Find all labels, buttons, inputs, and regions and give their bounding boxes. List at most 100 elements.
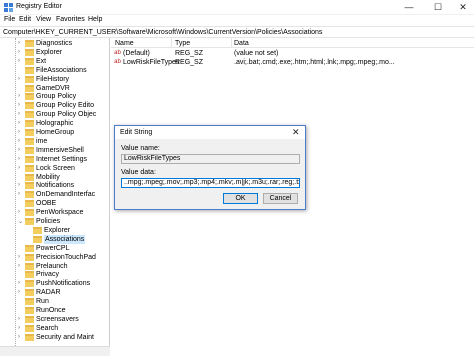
tree-expander-icon[interactable]: › bbox=[18, 254, 20, 260]
tree-expander-icon[interactable]: › bbox=[18, 334, 20, 340]
tree-item[interactable]: › Ext bbox=[0, 57, 109, 66]
column-header-data[interactable]: Data bbox=[234, 40, 249, 47]
tree-expander-icon[interactable]: › bbox=[18, 289, 20, 295]
value-data-input[interactable]: ..mpg;.mpeg;.mov;.mp3;.mp4;.mkv;.m|jk;.m… bbox=[121, 178, 300, 188]
tree-item[interactable]: › PrecisionTouchPad bbox=[0, 253, 109, 262]
tree-item[interactable]: OOBE bbox=[0, 199, 109, 208]
tree-item[interactable]: › Notifications bbox=[0, 181, 109, 190]
tree-expander-icon[interactable]: › bbox=[18, 76, 20, 82]
tree-item[interactable]: Privacy bbox=[0, 270, 109, 279]
folder-icon bbox=[25, 333, 34, 341]
tree-expander-icon[interactable]: › bbox=[18, 147, 20, 153]
tree-item-label: FileHistory bbox=[36, 75, 70, 83]
maximize-button[interactable]: ☐ bbox=[425, 0, 451, 15]
folder-icon bbox=[25, 307, 34, 314]
tree-item-label: Internet Settings bbox=[36, 155, 87, 163]
menu-favorites[interactable]: Favorites bbox=[56, 16, 85, 23]
tree-expander-icon[interactable]: › bbox=[18, 129, 20, 135]
tree-item[interactable]: › Group Policy bbox=[0, 92, 109, 101]
menu-edit[interactable]: Edit bbox=[19, 16, 31, 23]
tree-item[interactable]: › PushNotifications bbox=[0, 279, 109, 288]
tree-item[interactable]: › HomeGroup bbox=[0, 128, 109, 137]
address-path[interactable]: Computer\HKEY_CURRENT_USER\Software\Micr… bbox=[3, 29, 322, 36]
column-divider[interactable] bbox=[231, 38, 232, 48]
tree-item[interactable]: › ime bbox=[0, 137, 109, 146]
ok-button[interactable]: OK bbox=[223, 193, 258, 204]
folder-icon bbox=[25, 315, 34, 323]
value-name-field[interactable]: LowRiskFileTypes bbox=[121, 154, 300, 164]
folder-icon bbox=[25, 244, 34, 252]
tree-expander-icon[interactable]: › bbox=[18, 165, 20, 171]
column-header-type[interactable]: Type bbox=[175, 40, 190, 47]
column-divider[interactable] bbox=[171, 38, 172, 48]
tree-item[interactable]: Mobility bbox=[0, 173, 109, 182]
tree-item[interactable]: › FileHistory bbox=[0, 75, 109, 84]
registry-value-row[interactable]: ab (Default) REG_SZ (value not set) bbox=[111, 49, 474, 58]
tree-item-label: Group Policy bbox=[36, 93, 77, 101]
tree-item[interactable]: PowerCPL bbox=[0, 244, 109, 253]
tree-item[interactable]: Explorer bbox=[0, 226, 109, 235]
tree-item-label: Holographic bbox=[36, 120, 74, 128]
tree-item[interactable]: › OnDemandInterfac bbox=[0, 190, 109, 199]
tree-expander-icon[interactable]: › bbox=[18, 120, 20, 126]
tree-item[interactable]: › Group Policy Edito bbox=[0, 101, 109, 110]
tree-item[interactable]: › Search bbox=[0, 324, 109, 333]
tree-horizontal-scrollbar[interactable] bbox=[0, 346, 110, 356]
address-bar[interactable]: Computer\HKEY_CURRENT_USER\Software\Micr… bbox=[0, 26, 474, 38]
menu-file[interactable]: File bbox=[4, 16, 15, 23]
tree-item[interactable]: › PenWorkspace bbox=[0, 208, 109, 217]
tree-expander-icon[interactable]: › bbox=[18, 49, 20, 55]
tree-expander-icon[interactable]: › bbox=[18, 102, 20, 108]
folder-icon bbox=[25, 102, 34, 110]
menu-help[interactable]: Help bbox=[88, 16, 102, 23]
folder-icon bbox=[25, 218, 34, 225]
tree-item[interactable]: RunOnce bbox=[0, 306, 109, 315]
folder-icon bbox=[25, 120, 34, 128]
tree-item[interactable]: › Holographic bbox=[0, 119, 109, 128]
close-button[interactable]: ✕ bbox=[450, 0, 474, 15]
tree-item[interactable]: › Lock Screen bbox=[0, 164, 109, 173]
tree-expander-icon[interactable]: › bbox=[18, 93, 20, 99]
tree-expander-icon[interactable]: ⌄ bbox=[18, 218, 23, 225]
tree-item-label: ImmersiveShell bbox=[36, 146, 84, 154]
tree-item[interactable]: › Diagnostics bbox=[0, 39, 109, 48]
tree-item-label: Mobility bbox=[36, 173, 60, 181]
minimize-button[interactable]: — bbox=[396, 0, 422, 15]
dialog-close-icon[interactable]: ✕ bbox=[292, 127, 300, 138]
registry-value-row[interactable]: ab LowRiskFileTypes REG_SZ .avi;.bat;.cmd;.… bbox=[111, 58, 474, 67]
tree-item[interactable]: FileAssociations bbox=[0, 66, 109, 75]
cancel-button[interactable]: Cancel bbox=[263, 193, 298, 204]
list-header: Name Type Data bbox=[111, 38, 474, 48]
tree-item[interactable]: › Prelaunch bbox=[0, 262, 109, 271]
menu-view[interactable]: View bbox=[36, 16, 51, 23]
tree-item[interactable]: › RADAR bbox=[0, 288, 109, 297]
column-header-name[interactable]: Name bbox=[115, 40, 134, 47]
tree-item[interactable]: GameDVR bbox=[0, 84, 109, 93]
tree-item[interactable]: › Screensavers bbox=[0, 315, 109, 324]
tree-item-label: Run bbox=[36, 298, 49, 306]
tree-item[interactable]: ⌄ Policies bbox=[0, 217, 109, 226]
folder-icon bbox=[25, 111, 34, 119]
tree-expander-icon[interactable]: › bbox=[18, 40, 20, 46]
tree-expander-icon[interactable]: › bbox=[18, 325, 20, 331]
tree-expander-icon[interactable]: › bbox=[18, 191, 20, 197]
tree-item[interactable]: › ImmersiveShell bbox=[0, 146, 109, 155]
tree-expander-icon[interactable]: › bbox=[18, 111, 20, 117]
tree-item-label: OOBE bbox=[36, 200, 57, 208]
value-type-cell: REG_SZ bbox=[175, 59, 204, 66]
tree-item[interactable]: › Security and Maint bbox=[0, 333, 109, 342]
tree-expander-icon[interactable]: › bbox=[18, 138, 20, 144]
tree-expander-icon[interactable]: › bbox=[18, 209, 20, 215]
registry-tree[interactable]: › Diagnostics › Explorer › Ext FileAssociation… bbox=[0, 38, 110, 356]
tree-item[interactable]: › Internet Settings bbox=[0, 155, 109, 164]
tree-expander-icon[interactable]: › bbox=[18, 58, 20, 64]
tree-expander-icon[interactable]: › bbox=[18, 280, 20, 286]
tree-expander-icon[interactable]: › bbox=[18, 263, 20, 269]
tree-expander-icon[interactable]: › bbox=[18, 156, 20, 162]
tree-item[interactable]: Run bbox=[0, 297, 109, 306]
tree-item[interactable]: › Group Policy Objec bbox=[0, 110, 109, 119]
tree-expander-icon[interactable]: › bbox=[18, 316, 20, 322]
tree-item[interactable]: Associations bbox=[0, 234, 109, 244]
tree-expander-icon[interactable]: › bbox=[18, 182, 20, 188]
tree-item[interactable]: › Explorer bbox=[0, 48, 109, 57]
